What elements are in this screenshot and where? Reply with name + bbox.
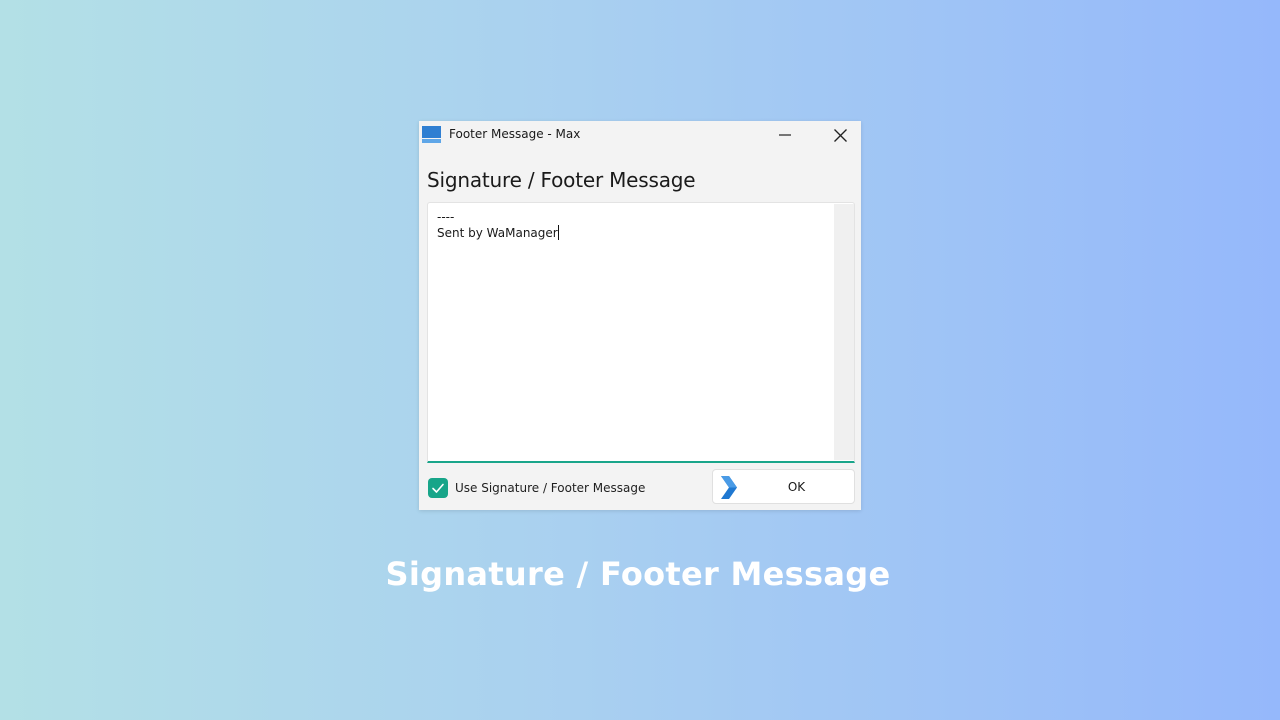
ok-button-label: OK <box>787 480 806 494</box>
ok-button[interactable]: OK <box>712 469 855 504</box>
text-caret <box>557 225 559 240</box>
vertical-scrollbar[interactable] <box>834 204 854 460</box>
close-button[interactable] <box>817 121 863 149</box>
minimize-icon <box>779 134 791 136</box>
use-signature-checkbox-row[interactable]: Use Signature / Footer Message <box>428 478 645 498</box>
footer-message-textarea[interactable]: ---- Sent by WaManager <box>427 202 855 463</box>
checkmark-icon <box>432 483 444 493</box>
dialog-heading: Signature / Footer Message <box>427 168 696 192</box>
use-signature-label: Use Signature / Footer Message <box>455 481 646 495</box>
use-signature-checkbox[interactable] <box>428 478 448 498</box>
title-bar[interactable]: Footer Message - Max <box>419 121 861 149</box>
editor-line-2: Sent by WaManager <box>437 226 558 240</box>
app-icon <box>422 126 441 143</box>
footer-message-dialog: Footer Message - Max Signature / Footer … <box>419 121 861 510</box>
close-icon <box>833 128 847 142</box>
window-title: Footer Message - Max <box>449 127 581 141</box>
minimize-button[interactable] <box>762 121 808 149</box>
editor-line-1: ---- <box>437 210 455 224</box>
page-caption: Signature / Footer Message <box>385 555 891 593</box>
editor-content[interactable]: ---- Sent by WaManager <box>437 209 832 454</box>
